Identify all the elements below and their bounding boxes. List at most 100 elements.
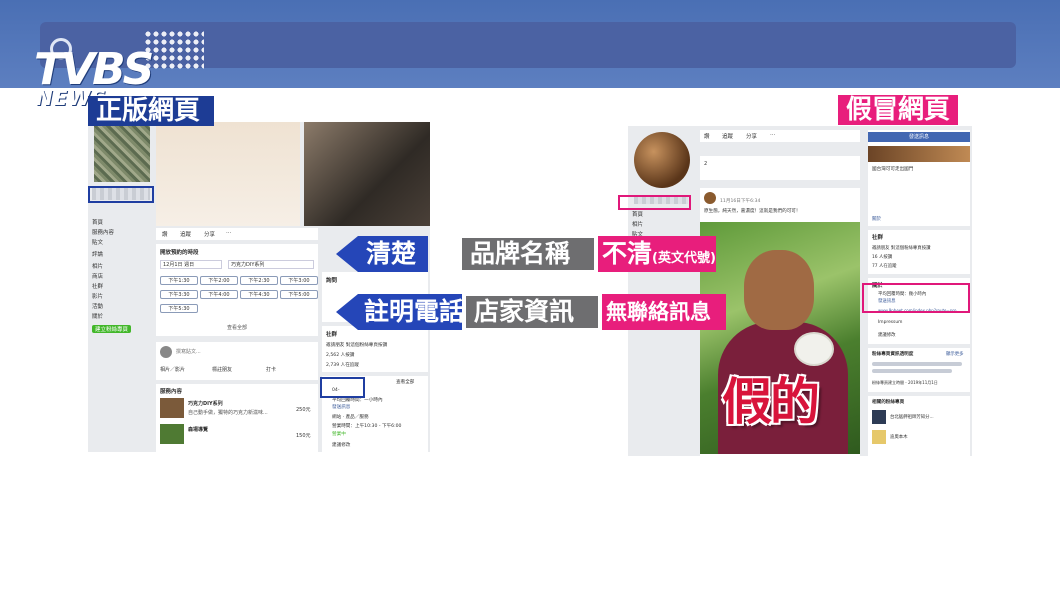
see-all-link[interactable]: 查看全部 xyxy=(156,324,318,331)
service-name[interactable]: 森場導覽 xyxy=(188,426,208,433)
genuine-sidebar-item[interactable]: 影片 xyxy=(92,292,103,300)
genuine-sidebar-item[interactable]: 商店 xyxy=(92,272,103,280)
more-button[interactable]: ··· xyxy=(770,132,775,138)
post-composer[interactable]: 撰寫貼文... xyxy=(176,348,201,355)
follow-button[interactable]: 追蹤 xyxy=(180,230,191,238)
transparency-title: 粉絲專頁資訊透明度 xyxy=(872,352,914,357)
send-message-link[interactable]: 發送訊息 xyxy=(332,404,350,410)
brand-name-cell: 品牌名稱 xyxy=(460,236,596,272)
comparison-row-brand: 清楚 品牌名稱 不清(英文代號) xyxy=(336,236,716,272)
logo-dots-icon xyxy=(144,30,204,70)
like-button[interactable]: 讚 xyxy=(162,230,168,238)
followers-count: 77 人在追蹤 xyxy=(872,264,897,269)
create-page-button[interactable]: 建立粉絲專頁 xyxy=(92,325,132,333)
service-thumbnail xyxy=(160,424,184,444)
post-text: 原生態，純天然，嘉濃度！這就是我們的可可！ xyxy=(704,209,801,214)
genuine-page-screenshot: 首頁 服務內容 貼文 評論 相片 商店 社群 影片 活動 關於 建立粉絲專頁 讚… xyxy=(88,122,430,452)
follow-button[interactable]: 追蹤 xyxy=(722,132,733,140)
time-slot[interactable]: 下午5:00 xyxy=(280,290,318,299)
impressum-link[interactable]: Impressum xyxy=(878,320,902,325)
time-slot[interactable]: 下午3:30 xyxy=(160,290,198,299)
about-blurb: 國台灣可可走出國門 xyxy=(872,167,914,172)
fake-sidebar-item[interactable]: 相片 xyxy=(632,220,643,228)
booking-date-select[interactable]: 12月1日 週日 xyxy=(160,260,222,269)
fake-page-label: 假冒網頁 xyxy=(838,95,959,125)
banner-image xyxy=(868,146,970,162)
ask-title: 詢問 xyxy=(326,278,338,284)
cacao-pod xyxy=(794,332,834,366)
related-page-thumb xyxy=(872,410,886,424)
fake-community-card: 社群 邀請朋友 對這個粉絲專頁按讚 16 人按讚 77 人在追蹤 xyxy=(868,230,970,274)
reactions-count: 2 xyxy=(704,161,708,167)
booking-card: 開放預約的時段 12月1日 週日 巧克力DIY系列 下午1:30 下午2:00 … xyxy=(156,244,318,336)
related-page-name[interactable]: 迪奧本木 xyxy=(890,434,908,440)
share-button[interactable]: 分享 xyxy=(746,132,757,140)
page-created-date: 粉絲專頁建立時間 - 2019年11月1日 xyxy=(872,380,938,385)
show-more-link[interactable]: 顯示更多 xyxy=(946,351,964,357)
like-button[interactable]: 讚 xyxy=(704,132,710,140)
transparency-card: 粉絲專頁資訊透明度 顯示更多 粉絲專頁建立時間 - 2019年11月1日 xyxy=(868,348,970,392)
about-link[interactable]: 關於 xyxy=(872,216,881,222)
service-desc: 自己動手做，獨特的巧克力新滋味... xyxy=(188,410,268,416)
check-in-button[interactable]: 打卡 xyxy=(266,366,276,373)
genuine-sidebar-item[interactable]: 活動 xyxy=(92,302,103,310)
fake-sidebar-item[interactable]: 首頁 xyxy=(632,210,643,218)
more-button[interactable]: ··· xyxy=(226,230,231,236)
related-page-name[interactable]: 台北艋舺祖師芳知分... xyxy=(890,414,934,420)
genuine-sidebar-item[interactable]: 首頁 xyxy=(92,218,103,226)
services-title: 服務內容 xyxy=(160,389,183,395)
time-slot[interactable]: 下午4:30 xyxy=(240,290,278,299)
genuine-sidebar-item[interactable]: 社群 xyxy=(92,282,103,290)
avatar xyxy=(704,192,716,204)
time-slot[interactable]: 下午4:00 xyxy=(200,290,238,299)
suggest-edit-link[interactable]: 建議修改 xyxy=(878,332,896,338)
time-slot[interactable]: 下午2:30 xyxy=(240,276,278,285)
arrow-left-icon xyxy=(336,236,358,272)
genuine-sidebar-item[interactable]: 評論 xyxy=(92,250,103,258)
fake-stamp: 假的 xyxy=(722,373,820,431)
genuine-sidebar-item[interactable]: 貼文 xyxy=(92,238,103,246)
fake-profile-picture xyxy=(634,132,690,188)
genuine-sidebar-item[interactable]: 相片 xyxy=(92,262,103,270)
fake-about-card: 發送訊息 國台灣可可走出國門 關於 xyxy=(868,130,970,226)
time-slot[interactable]: 下午2:00 xyxy=(200,276,238,285)
time-slot[interactable]: 下午5:30 xyxy=(160,304,198,313)
service-price: 150元 xyxy=(296,433,311,439)
contact-highlight xyxy=(862,283,970,313)
photo-video-button[interactable]: 相片／影片 xyxy=(160,366,185,373)
likes-count: 2,562 人按讚 xyxy=(326,353,355,358)
time-slot[interactable]: 下午3:00 xyxy=(280,276,318,285)
followers-count: 2,739 人在追蹤 xyxy=(326,363,359,368)
opening-hours: 營業時間：上午10:30 - 下午6:00 xyxy=(332,424,402,429)
service-name[interactable]: 巧克力DIY系列 xyxy=(188,400,223,407)
send-message-button[interactable]: 發送訊息 xyxy=(868,132,970,142)
brand-name-highlight xyxy=(88,186,154,203)
fake-brand-text: 不清 xyxy=(602,239,653,268)
likes-count: 16 人按讚 xyxy=(872,255,893,260)
fake-brand-cell: 不清(英文代號) xyxy=(598,236,716,272)
open-now-badge: 營業中 xyxy=(332,432,346,437)
avatar xyxy=(160,346,172,358)
invite-friends-link[interactable]: 邀請朋友 對這個粉絲專頁按讚 xyxy=(326,342,387,348)
genuine-cover-photo-1 xyxy=(156,122,300,226)
share-button[interactable]: 分享 xyxy=(204,230,215,238)
time-slot[interactable]: 下午1:30 xyxy=(160,276,198,285)
face-shape xyxy=(744,250,814,330)
tag-friends-button[interactable]: 標註朋友 xyxy=(212,366,232,373)
arrow-left-icon xyxy=(336,294,358,330)
comparison-row-contact: 註明電話 店家資訊 無聯絡訊息 xyxy=(336,294,726,330)
post-date: 11月16日下午6:34 xyxy=(720,199,761,204)
booking-product-select[interactable]: 巧克力DIY系列 xyxy=(228,260,314,269)
news-frame: TVBS NEWS 首頁 服務內容 貼文 評論 相片 商店 社群 影片 活動 關… xyxy=(0,0,1060,596)
service-thumbnail xyxy=(160,398,184,418)
info-see-all-link[interactable]: 查看全部 xyxy=(396,379,414,385)
invite-friends-link[interactable]: 邀請朋友 對這個粉絲專頁按讚 xyxy=(872,245,930,251)
genuine-sidebar-item[interactable]: 服務內容 xyxy=(92,228,114,236)
create-post-card: 撰寫貼文... 相片／影片 標註朋友 打卡 xyxy=(156,342,318,380)
genuine-sidebar-item[interactable]: 關於 xyxy=(92,312,103,320)
suggest-edit-link[interactable]: 建議修改 xyxy=(332,442,350,448)
store-info-cell: 店家資訊 xyxy=(464,294,600,330)
service-price: 250元 xyxy=(296,407,311,413)
brand-name-highlight xyxy=(618,195,691,210)
genuine-page-label: 正版網頁 xyxy=(88,96,215,126)
